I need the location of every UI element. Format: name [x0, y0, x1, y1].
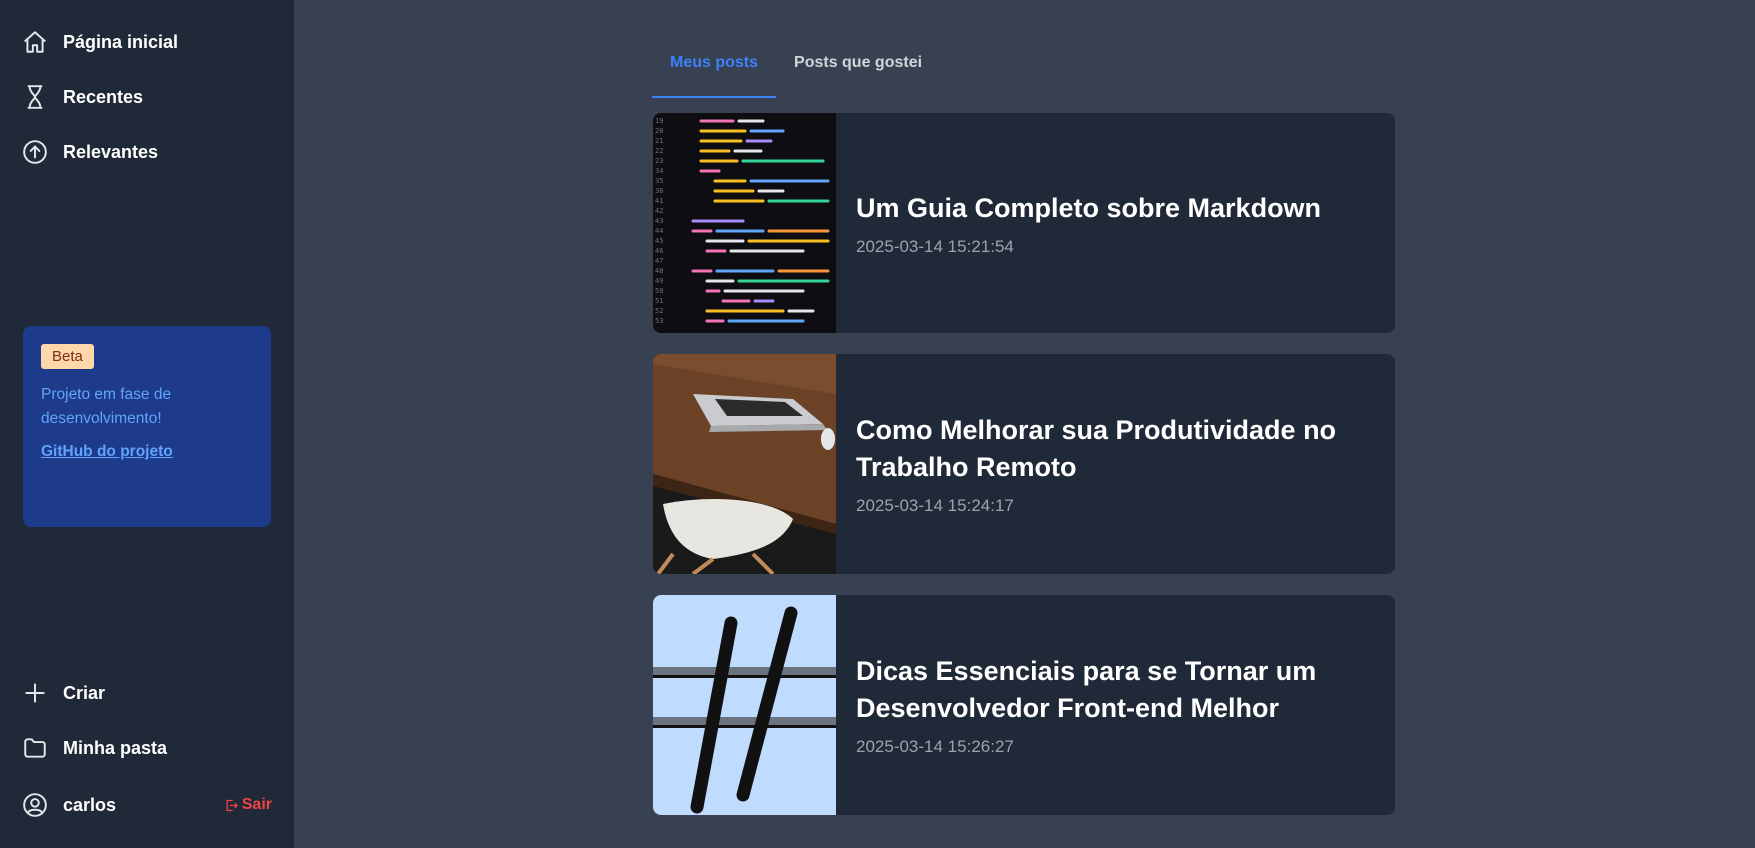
post-body: Dicas Essenciais para se Tornar um Desen… [836, 595, 1395, 815]
logout-label: Sair [241, 796, 272, 813]
tab-posts-que-gostei[interactable]: Posts que gostei [776, 46, 940, 98]
post-date: 2025-03-14 15:24:17 [856, 496, 1014, 515]
beta-text: Projeto em fase de desenvolvimento! [41, 386, 172, 427]
post-card[interactable]: Como Melhorar sua Produtividade no Traba… [653, 354, 1395, 574]
nav-relevantes-label: Relevantes [63, 141, 159, 162]
folder-icon [22, 735, 48, 761]
plus-icon [22, 680, 48, 706]
app: Página inicial Recentes Relevantes Beta … [0, 0, 1755, 848]
svg-text:22: 22 [655, 147, 663, 155]
sidebar: Página inicial Recentes Relevantes Beta … [0, 0, 294, 848]
beta-card: Beta Projeto em fase de desenvolvimento!… [23, 326, 271, 527]
svg-text:20: 20 [655, 127, 663, 135]
svg-text:46: 46 [655, 247, 663, 255]
svg-text:21: 21 [655, 137, 663, 145]
nav-criar[interactable]: Criar [22, 680, 105, 706]
post-body: Como Melhorar sua Produtividade no Traba… [836, 354, 1395, 574]
svg-text:19: 19 [655, 117, 663, 125]
post-title[interactable]: Como Melhorar sua Produtividade no Traba… [856, 412, 1375, 486]
svg-text:53: 53 [655, 317, 663, 325]
home-icon [22, 29, 48, 55]
post-title[interactable]: Um Guia Completo sobre Markdown [856, 190, 1321, 227]
nav-recentes[interactable]: Recentes [22, 84, 143, 110]
github-link[interactable]: GitHub do projeto [41, 443, 253, 461]
posts-list: 19 20 21 22 23 34 35 36 41 42 43 44 45 46 47 48 49 5… [653, 113, 1395, 836]
nav-home-label: Página inicial [63, 31, 179, 52]
code-screen-image: 19 20 21 22 23 34 35 36 41 42 43 44 45 46 47 48 49 5… [653, 113, 836, 333]
nav-home[interactable]: Página inicial [22, 29, 178, 55]
nav-recentes-label: Recentes [63, 86, 144, 107]
post-date: 2025-03-14 15:21:54 [856, 236, 1014, 256]
svg-text:34: 34 [655, 167, 663, 175]
svg-text:44: 44 [655, 227, 663, 235]
beta-badge: Beta [41, 344, 94, 369]
svg-text:49: 49 [655, 277, 663, 285]
logout-icon [226, 799, 238, 811]
nav-relevantes[interactable]: Relevantes [22, 139, 158, 165]
svg-text:35: 35 [655, 177, 663, 185]
post-card[interactable]: Dicas Essenciais para se Tornar um Desen… [653, 595, 1395, 815]
user-row: carlos Sair [22, 792, 272, 818]
user-circle-icon [22, 792, 48, 818]
svg-text:42: 42 [655, 207, 663, 215]
post-date: 2025-03-14 15:26:27 [856, 737, 1014, 756]
tab-meus-posts[interactable]: Meus posts [652, 46, 777, 98]
svg-text:52: 52 [655, 307, 663, 315]
main-content: Meus posts Posts que gostei 19 20 21 22 23 3… [294, 0, 1755, 848]
nav-minha-pasta-label: Minha pasta [63, 737, 168, 758]
arrow-up-circle-icon [22, 139, 48, 165]
svg-text:51: 51 [655, 297, 663, 305]
logout-button[interactable]: Sair [224, 796, 272, 814]
hashtag-image [653, 595, 836, 815]
hourglass-icon [22, 84, 48, 110]
user-profile[interactable]: carlos [22, 792, 116, 818]
svg-text:48: 48 [655, 267, 663, 275]
post-body: Um Guia Completo sobre Markdown 2025-03-… [836, 113, 1341, 333]
post-card[interactable]: 19 20 21 22 23 34 35 36 41 42 43 44 45 46 47 48 49 5… [653, 113, 1395, 333]
svg-text:50: 50 [655, 287, 663, 295]
svg-text:47: 47 [655, 257, 663, 265]
svg-text:23: 23 [655, 157, 663, 165]
tabs: Meus posts Posts que gostei [652, 46, 940, 98]
svg-text:45: 45 [655, 237, 663, 245]
svg-text:41: 41 [655, 197, 663, 205]
post-title[interactable]: Dicas Essenciais para se Tornar um Desen… [856, 653, 1375, 727]
nav-criar-label: Criar [63, 682, 106, 703]
svg-text:36: 36 [655, 187, 663, 195]
laptop-desk-image [653, 354, 836, 574]
svg-text:43: 43 [655, 217, 663, 225]
username: carlos [63, 794, 117, 815]
nav-minha-pasta[interactable]: Minha pasta [22, 735, 167, 761]
